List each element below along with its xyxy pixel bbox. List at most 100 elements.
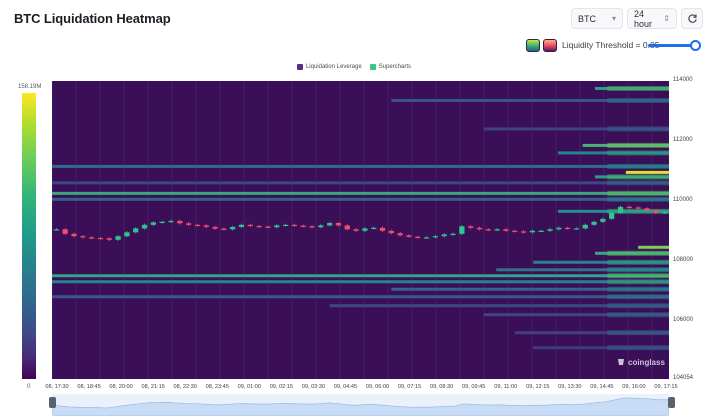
liquidity-band-glow xyxy=(607,126,669,132)
candle-body xyxy=(362,228,368,231)
candle-body xyxy=(450,233,456,236)
liquidity-band-glow xyxy=(607,303,669,309)
candle-body xyxy=(432,236,439,238)
candle-body xyxy=(247,224,253,227)
candle-body xyxy=(168,220,174,223)
threshold-slider-track[interactable] xyxy=(648,44,695,47)
heatmap-canvas[interactable] xyxy=(52,81,669,379)
candle-body xyxy=(573,228,580,230)
legend-item-supercharts[interactable]: Supercharts xyxy=(369,64,412,70)
liquidity-band-glow xyxy=(607,345,669,351)
y-tick-label: 104054 xyxy=(673,375,694,381)
candle-body xyxy=(212,226,218,229)
liquidity-band-glow xyxy=(607,208,669,214)
candle-body xyxy=(406,235,412,237)
y-tick-label: 108000 xyxy=(673,256,694,263)
liquidity-band-glow xyxy=(607,174,669,180)
navigator-right-handle[interactable] xyxy=(668,397,675,408)
liquidity-band-glow xyxy=(607,330,669,336)
legend-swatch-leverage xyxy=(296,64,303,70)
updown-chevron-icon: ⇕ xyxy=(663,14,670,23)
colorbar-max-label: 158.19M xyxy=(18,84,42,90)
candle-body xyxy=(485,229,491,231)
candle-body xyxy=(538,230,544,233)
candle-body xyxy=(397,233,403,236)
candle-body xyxy=(327,223,333,226)
liquidity-band xyxy=(52,191,669,195)
liquidity-band-glow xyxy=(607,85,669,91)
candle-body xyxy=(547,229,553,231)
candle-body xyxy=(97,237,104,240)
candle-body xyxy=(133,228,139,233)
theme-green-button[interactable] xyxy=(526,39,540,52)
liquidity-band xyxy=(52,164,669,168)
candle-body xyxy=(238,224,245,227)
navigator-left-handle[interactable] xyxy=(49,397,56,408)
range-navigator[interactable] xyxy=(52,394,669,416)
candle-body xyxy=(459,226,465,234)
x-tick-label: 08, 21:15 xyxy=(141,384,165,390)
candle-body xyxy=(371,227,377,230)
candle-body xyxy=(582,224,588,229)
refresh-button[interactable] xyxy=(681,8,703,29)
candle-body xyxy=(617,206,624,213)
liquidity-band-glow xyxy=(607,180,669,186)
candle-body xyxy=(591,221,597,225)
coin-select[interactable]: BTC ▾ xyxy=(571,8,623,29)
candle-body xyxy=(62,229,68,234)
x-tick-label: 09, 12:15 xyxy=(526,384,550,390)
liquidity-band-glow xyxy=(607,279,669,285)
liquidity-band-glow xyxy=(607,286,669,292)
legend-item-leverage[interactable]: Liquidation Leverage xyxy=(296,64,362,70)
y-tick-label: 110000 xyxy=(673,196,693,203)
candle-body xyxy=(221,228,227,230)
threshold-slider-knob[interactable] xyxy=(690,40,701,51)
candle-body xyxy=(274,225,280,228)
candle-body xyxy=(115,236,121,240)
theme-red-button[interactable] xyxy=(543,39,557,52)
x-tick-label: 09, 07:15 xyxy=(397,384,422,390)
y-tick-label: 106000 xyxy=(673,316,694,323)
candle-body xyxy=(476,227,483,230)
x-tick-label: 08, 22:30 xyxy=(173,384,197,390)
legend-label-leverage: Liquidation Leverage xyxy=(305,64,362,70)
candle-body xyxy=(71,233,77,237)
candle-body xyxy=(309,226,315,228)
liquidity-band-glow xyxy=(607,250,669,256)
candle-body xyxy=(194,224,201,227)
liquidity-band xyxy=(638,245,669,249)
candle-body xyxy=(318,225,324,228)
page-title: BTC Liquidation Heatmap xyxy=(14,11,171,26)
x-tick-label: 09, 08:30 xyxy=(429,384,454,390)
liquidity-band-glow xyxy=(607,190,669,196)
watermark: coinglass xyxy=(616,357,665,367)
candle-body xyxy=(520,231,527,233)
candle-body xyxy=(344,225,350,230)
range-select[interactable]: 24 hour ⇕ xyxy=(627,8,677,29)
chart-legend: Liquidation Leverage Supercharts xyxy=(0,64,708,70)
x-tick-label: 09, 01:00 xyxy=(237,384,261,390)
candle-body xyxy=(159,221,165,224)
candle-body xyxy=(335,223,342,226)
candle-body xyxy=(141,224,148,229)
candle-body xyxy=(379,227,386,231)
x-tick-label: 08, 17:30 xyxy=(45,384,69,390)
heatmap-svg xyxy=(52,81,669,379)
candle-body xyxy=(653,210,659,213)
liquidity-band xyxy=(52,295,669,299)
x-tick-label: 09, 03:30 xyxy=(301,384,326,390)
candle-body xyxy=(80,236,86,238)
liquidity-band-glow xyxy=(607,150,669,156)
candle-body xyxy=(529,230,536,233)
x-tick-label: 08, 23:45 xyxy=(205,384,229,390)
legend-label-supercharts: Supercharts xyxy=(378,64,412,70)
coin-select-value: BTC xyxy=(578,13,596,24)
candle-body xyxy=(494,229,500,231)
liquidity-band-glow xyxy=(607,294,669,300)
candle-body xyxy=(468,226,474,228)
candle-body xyxy=(564,227,571,230)
candle-body xyxy=(635,207,641,209)
candle-body xyxy=(291,224,298,227)
x-tick-label: 09, 02:15 xyxy=(269,384,294,390)
candle-body xyxy=(600,218,606,222)
